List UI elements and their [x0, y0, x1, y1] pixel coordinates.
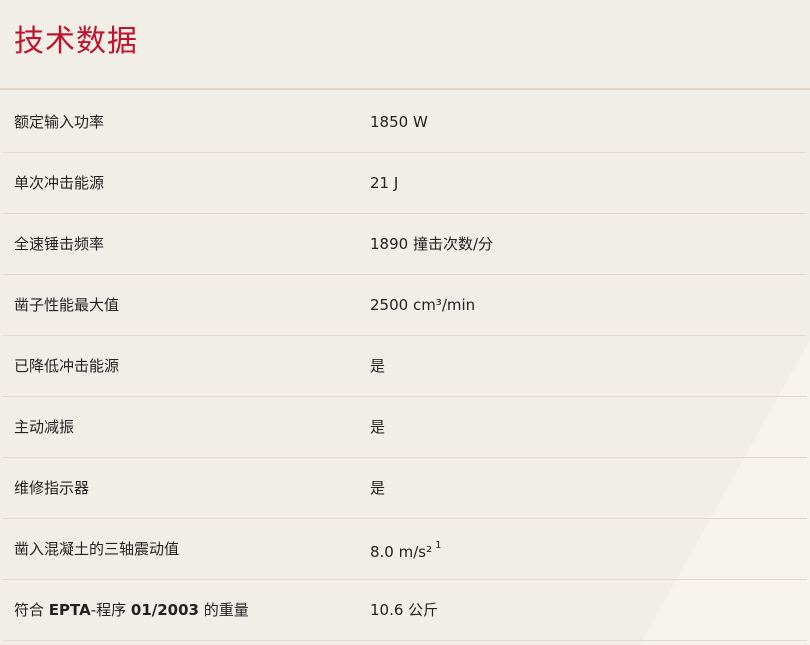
spec-label-prefix: 符合 [14, 601, 49, 619]
spec-label-suffix: 的重量 [199, 601, 249, 619]
spec-value: 10.6 公斤 [370, 601, 439, 619]
spec-row-chisel-performance: 凿子性能最大值 2500 cm³/min [3, 275, 807, 336]
spec-label: 全速锤击频率 [14, 235, 105, 253]
spec-row-rated-input-power: 额定输入功率 1850 W [3, 92, 807, 153]
tech-data-section: 技术数据 额定输入功率 1850 W 单次冲击能源 21 J 全速锤击频率 18… [0, 0, 810, 645]
spec-label-mid: -程序 [90, 601, 131, 619]
spec-value: 是 [370, 479, 386, 497]
spec-value: 是 [370, 418, 386, 436]
spec-table: 额定输入功率 1850 W 单次冲击能源 21 J 全速锤击频率 1890 撞击… [0, 92, 810, 641]
spec-label: 主动减振 [14, 418, 75, 436]
spec-value-text: 8.0 m/s² [370, 543, 433, 561]
spec-label: 凿入混凝土的三轴震动值 [14, 540, 180, 558]
spec-label: 额定输入功率 [14, 113, 105, 131]
spec-row-active-vibration-reduction: 主动减振 是 [3, 397, 807, 458]
spec-row-epta-weight: 符合 EPTA-程序 01/2003 的重量 10.6 公斤 [3, 580, 807, 641]
spec-value: 8.0 m/s² 1 [370, 519, 442, 582]
spec-label-bold-2: 01/2003 [130, 601, 199, 619]
spec-value: 2500 cm³/min [370, 296, 476, 314]
spec-row-hammering-frequency: 全速锤击频率 1890 撞击次数/分 [3, 214, 807, 275]
spec-label: 已降低冲击能源 [14, 357, 120, 375]
title-divider [0, 88, 810, 90]
spec-value: 1850 W [370, 113, 428, 131]
spec-row-single-impact-energy: 单次冲击能源 21 J [3, 153, 807, 214]
spec-label-bold: EPTA [48, 601, 91, 619]
spec-value: 21 J [370, 174, 399, 192]
section-title: 技术数据 [14, 24, 138, 59]
spec-value: 1890 撞击次数/分 [370, 235, 493, 253]
spec-label: 维修指示器 [14, 479, 90, 497]
footnote-marker: 1 [435, 540, 442, 551]
spec-row-triaxial-vibration: 凿入混凝土的三轴震动值 8.0 m/s² 1 [3, 519, 807, 580]
spec-row-service-indicator: 维修指示器 是 [3, 458, 807, 519]
spec-label: 凿子性能最大值 [14, 296, 120, 314]
spec-value: 是 [370, 357, 386, 375]
spec-label: 符合 EPTA-程序 01/2003 的重量 [14, 580, 249, 640]
spec-row-reduced-impact-energy: 已降低冲击能源 是 [3, 336, 807, 397]
spec-label: 单次冲击能源 [14, 174, 105, 192]
